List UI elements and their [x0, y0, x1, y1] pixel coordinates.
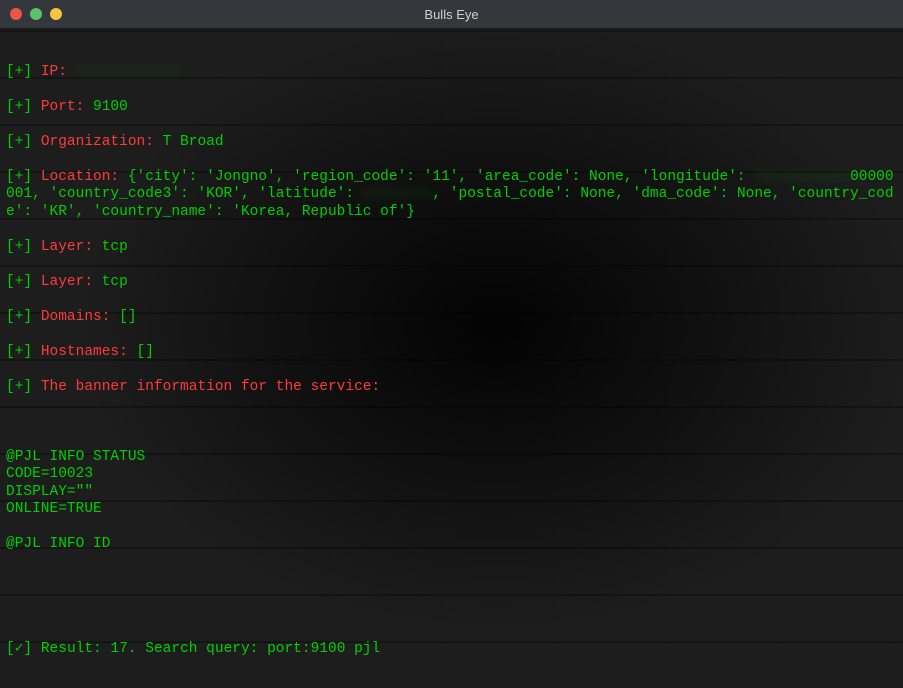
- hostnames-line: [+] Hostnames: []: [6, 344, 897, 362]
- layer-label: Layer:: [41, 274, 102, 290]
- prefix: [+]: [6, 169, 41, 185]
- layer-value: tcp: [102, 274, 128, 290]
- location-line: [+] Location: {'city': 'Jongno', 'region…: [6, 169, 897, 222]
- blank-line: [6, 414, 897, 432]
- longitude-blurred: ···········: [754, 169, 850, 187]
- prefix: [+]: [6, 344, 41, 360]
- org-label: Organization:: [41, 134, 163, 150]
- close-icon[interactable]: [10, 8, 22, 20]
- latitude-blurred: ········: [363, 186, 433, 204]
- prefix: [+]: [6, 99, 41, 115]
- port-value: 9100: [93, 99, 128, 115]
- window-controls: [10, 8, 62, 20]
- prefix: [+]: [6, 239, 41, 255]
- layer-line: [+] Layer: tcp: [6, 239, 897, 257]
- location-label: Location:: [41, 169, 128, 185]
- port-line: [+] Port: 9100: [6, 99, 897, 117]
- location-value: {'city': 'Jongno', 'region_code': '11', …: [128, 169, 755, 185]
- prefix: [+]: [6, 64, 41, 80]
- layer-label: Layer:: [41, 239, 102, 255]
- blank-line: [6, 571, 897, 589]
- minimize-icon[interactable]: [30, 8, 42, 20]
- banner-label: The banner information for the service:: [41, 379, 380, 395]
- domains-label: Domains:: [41, 309, 119, 325]
- org-line: [+] Organization: T Broad: [6, 134, 897, 152]
- ip-value-blurred: ············: [76, 64, 180, 82]
- port-label: Port:: [41, 99, 93, 115]
- hostnames-value: []: [137, 344, 154, 360]
- banner-label-line: [+] The banner information for the servi…: [6, 379, 897, 397]
- layer-line: [+] Layer: tcp: [6, 274, 897, 292]
- window-titlebar: Bulls Eye: [0, 0, 903, 28]
- org-value: T Broad: [163, 134, 224, 150]
- window-title: Bulls Eye: [424, 7, 478, 22]
- hostnames-label: Hostnames:: [41, 344, 137, 360]
- blank-line: [6, 676, 897, 688]
- terminal-output: [+] IP: ············ [+] Port: 9100 [+] …: [0, 28, 903, 688]
- domains-value: []: [119, 309, 136, 325]
- prefix: [+]: [6, 309, 41, 325]
- domains-line: [+] Domains: []: [6, 309, 897, 327]
- prefix: [+]: [6, 274, 41, 290]
- prefix: [+]: [6, 379, 41, 395]
- result-line: [✓] Result: 17. Search query: port:9100 …: [6, 641, 897, 659]
- blank-line: [6, 606, 897, 624]
- layer-value: tcp: [102, 239, 128, 255]
- result-text: Result: 17. Search query: port:9100 pjl: [41, 641, 380, 657]
- ip-line: [+] IP: ············: [6, 64, 897, 82]
- result-prefix: [✓]: [6, 641, 41, 657]
- banner-body: @PJL INFO STATUS CODE=10023 DISPLAY="" O…: [6, 449, 897, 554]
- ip-label: IP:: [41, 64, 76, 80]
- prefix: [+]: [6, 134, 41, 150]
- maximize-icon[interactable]: [50, 8, 62, 20]
